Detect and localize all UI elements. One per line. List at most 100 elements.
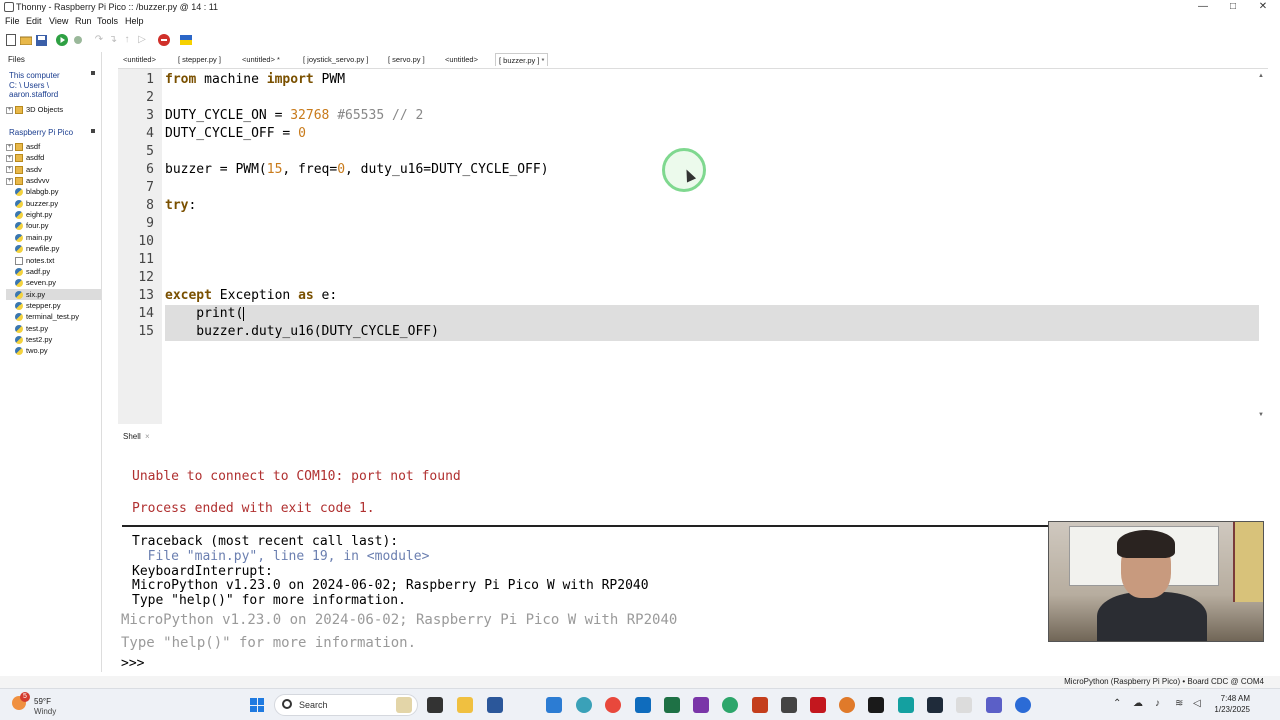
chrome-icon[interactable] xyxy=(605,697,621,713)
app-icon[interactable] xyxy=(781,697,797,713)
editor-scrollbar[interactable]: ▲ ▼ xyxy=(1258,73,1264,418)
tree-item-main-py[interactable]: main.py xyxy=(6,232,101,243)
wifi-icon[interactable]: ≋ xyxy=(1175,698,1183,709)
expand-icon[interactable]: + xyxy=(6,106,13,114)
volume-icon[interactable]: ◁ xyxy=(1193,698,1201,709)
tree-item-seven-py[interactable]: seven.py xyxy=(6,277,101,288)
code-editor[interactable]: 1 2 3 4 5 6 7 8 9 10 11 12 13 14 15 from machine impor… xyxy=(118,68,1268,424)
terminal-icon[interactable] xyxy=(868,697,884,713)
expand-icon[interactable]: + xyxy=(6,143,13,151)
outlook-icon[interactable] xyxy=(635,697,651,713)
onenote-icon[interactable] xyxy=(693,697,709,713)
excel-icon[interactable] xyxy=(664,697,680,713)
interpreter-status[interactable]: MicroPython (Raspberry Pi Pico) • Board … xyxy=(1064,677,1264,686)
tree-item-stepper-py[interactable]: stepper.py xyxy=(6,300,101,311)
step-into-icon[interactable]: ↴ xyxy=(107,34,119,46)
search-label: Search xyxy=(299,700,328,710)
tree-item-test2-py[interactable]: test2.py xyxy=(6,334,101,345)
menu-view[interactable]: View xyxy=(49,16,68,26)
menu-file[interactable]: File xyxy=(5,16,20,26)
text-file-icon xyxy=(15,256,23,265)
tree-item-3d-objects[interactable]: +3D Objects xyxy=(6,104,101,115)
settings-icon[interactable] xyxy=(1015,697,1031,713)
pico-menu-icon[interactable] xyxy=(91,129,95,133)
scroll-down-icon[interactable]: ▼ xyxy=(1258,412,1264,418)
teams-icon[interactable] xyxy=(986,697,1002,713)
shell-file-line[interactable]: File "main.py", line 19, in <module> xyxy=(132,549,430,564)
menu-edit[interactable]: Edit xyxy=(26,16,42,26)
cloud-icon[interactable]: ☁ xyxy=(1133,698,1143,709)
files-tab[interactable]: Files xyxy=(8,55,25,64)
tab-buzzer[interactable]: [ buzzer.py ] * xyxy=(495,53,549,66)
chevron-up-icon[interactable]: ⌃ xyxy=(1113,698,1121,709)
chrome-profile-icon[interactable] xyxy=(722,697,738,713)
thonny-taskbar-icon[interactable] xyxy=(956,697,972,713)
tree-item-test-py[interactable]: test.py xyxy=(6,323,101,334)
resume-icon[interactable]: ▷ xyxy=(136,34,148,46)
debug-icon[interactable] xyxy=(72,34,84,46)
new-file-icon[interactable] xyxy=(5,34,17,46)
tree-item-notes-txt[interactable]: notes.txt xyxy=(6,255,101,266)
acrobat-icon[interactable] xyxy=(810,697,826,713)
shell-header: Shell × xyxy=(118,429,1268,443)
arduino-icon[interactable] xyxy=(898,697,914,713)
step-over-icon[interactable]: ↷ xyxy=(93,34,105,46)
tree-item-asdfd[interactable]: + asdfd xyxy=(6,152,101,163)
menu-help[interactable]: Help xyxy=(125,16,144,26)
tree-item-blabgb-py[interactable]: blabgb.py xyxy=(6,186,101,197)
expand-icon[interactable]: + xyxy=(6,166,13,174)
vscode-icon[interactable] xyxy=(546,697,562,713)
local-menu-icon[interactable] xyxy=(91,71,95,75)
tree-item-newfile-py[interactable]: newfile.py xyxy=(6,243,101,254)
ukraine-flag-icon[interactable] xyxy=(180,34,192,46)
tree-item-eight-py[interactable]: eight.py xyxy=(6,209,101,220)
stop-icon[interactable] xyxy=(158,34,170,46)
code-area[interactable]: from machine import PWM DUTY_CYCLE_ON = … xyxy=(165,69,1260,424)
open-folder-icon[interactable] xyxy=(20,34,32,46)
step-out-icon[interactable]: ↑ xyxy=(121,34,133,46)
tab-untitled-2[interactable]: <untitled> * xyxy=(242,53,280,66)
run-icon[interactable] xyxy=(56,34,68,46)
scroll-up-icon[interactable]: ▲ xyxy=(1258,73,1264,79)
system-clock[interactable]: 7:48 AM 1/23/2025 xyxy=(1214,693,1250,715)
tree-item-asdvvv[interactable]: + asdvvv xyxy=(6,175,101,186)
gear-app-icon[interactable] xyxy=(576,697,592,713)
maximize-button[interactable]: □ xyxy=(1218,0,1248,14)
tree-item-two-py[interactable]: two.py xyxy=(6,345,101,356)
powerpoint-icon[interactable] xyxy=(752,697,768,713)
minimize-button[interactable]: — xyxy=(1188,0,1218,14)
shell-tab-close-icon[interactable]: × xyxy=(145,432,150,441)
tree-item-four-py[interactable]: four.py xyxy=(6,220,101,231)
weather-temp: 59°F xyxy=(34,697,51,706)
menu-tools[interactable]: Tools xyxy=(97,16,118,26)
widget-icon[interactable] xyxy=(396,697,412,713)
shell-help-faint: Type "help()" for more information. xyxy=(121,635,417,651)
file-explorer-icon[interactable] xyxy=(457,697,473,713)
start-icon[interactable] xyxy=(250,698,264,712)
tab-stepper[interactable]: [ stepper.py ] xyxy=(178,53,221,66)
tab-servo[interactable]: [ servo.py ] xyxy=(388,53,425,66)
tree-item-buzzer-py[interactable]: buzzer.py xyxy=(6,198,101,209)
tree-item-terminal_test-py[interactable]: terminal_test.py xyxy=(6,311,101,322)
tab-untitled-3[interactable]: <untitled> xyxy=(445,53,478,66)
expand-icon[interactable]: + xyxy=(6,177,13,185)
tree-item-asdf[interactable]: + asdf xyxy=(6,141,101,152)
shell-tab[interactable]: Shell xyxy=(123,432,141,441)
tree-item-sadf-py[interactable]: sadf.py xyxy=(6,266,101,277)
tab-untitled-1[interactable]: <untitled> xyxy=(123,53,156,66)
toolbar: ↷ ↴ ↑ ▷ xyxy=(0,31,1280,49)
expand-icon[interactable]: + xyxy=(6,154,13,162)
save-icon[interactable] xyxy=(35,34,47,46)
mic-icon[interactable]: ♪ xyxy=(1155,698,1160,709)
vs-icon[interactable] xyxy=(927,697,943,713)
firefox-icon[interactable] xyxy=(839,697,855,713)
tree-item-asdv[interactable]: + asdv xyxy=(6,164,101,175)
close-button[interactable]: ✕ xyxy=(1248,0,1278,14)
task-view-icon[interactable] xyxy=(427,697,443,713)
menu-run[interactable]: Run xyxy=(75,16,92,26)
shell-prompt[interactable]: >>> xyxy=(121,656,144,671)
tab-joystick-servo[interactable]: [ joystick_servo.py ] xyxy=(303,53,368,66)
word-icon[interactable] xyxy=(487,697,503,713)
python-file-icon xyxy=(15,245,23,254)
tree-item-six-py[interactable]: six.py xyxy=(6,288,101,300)
